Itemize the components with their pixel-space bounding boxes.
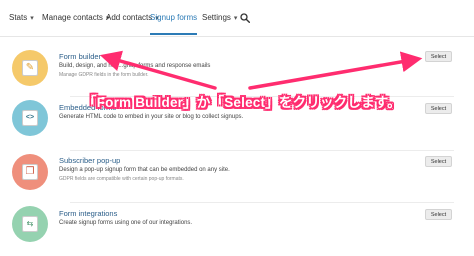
- popup-icon: ❐: [22, 164, 38, 180]
- form-option-form-builder: ✎ Form builder Build, design, and h... .…: [0, 44, 474, 96]
- nav-stats[interactable]: Stats ▾: [9, 13, 34, 22]
- embedded-forms-icon-badge: <>: [12, 100, 48, 136]
- form-integrations-title[interactable]: Form integrations: [59, 209, 117, 218]
- divider: [70, 150, 454, 151]
- form-builder-select-button[interactable]: Select: [425, 51, 452, 62]
- form-builder-note: Manage GDPR fields in the form builder.: [59, 72, 149, 78]
- subscriber-popup-select-button[interactable]: Select: [425, 156, 452, 167]
- form-builder-icon-badge: ✎: [12, 50, 48, 86]
- subscriber-popup-note: GDPR fields are compatible with certain …: [59, 176, 184, 182]
- divider: [70, 202, 454, 203]
- active-tab-indicator: [150, 33, 197, 35]
- top-navigation: Stats ▾ Manage contacts ▾ Add contacts ▾ Si…: [0, 0, 474, 37]
- form-builder-description: Build, design, and h... ...gnup forms an…: [59, 63, 211, 69]
- nav-stats-label: Stats: [9, 13, 28, 22]
- embedded-forms-select-button[interactable]: Select: [425, 103, 452, 114]
- form-builder-title[interactable]: Form builder: [59, 52, 101, 61]
- nav-signup-forms[interactable]: Signup forms: [150, 13, 197, 22]
- nav-settings[interactable]: Settings ▾: [202, 13, 237, 22]
- nav-signup-forms-label: Signup forms: [150, 13, 198, 22]
- pencil-icon: ✎: [22, 60, 38, 76]
- form-integrations-description: Create signup forms using one of our int…: [59, 220, 193, 226]
- nav-add-contacts-label: Add contacts: [106, 13, 153, 22]
- integration-icon: ⇆: [22, 216, 38, 232]
- chevron-down-icon: ▾: [233, 15, 238, 22]
- code-icon: <>: [22, 110, 38, 126]
- form-option-form-integrations: ⇆ Form integrations Create signup forms …: [0, 204, 474, 256]
- form-integrations-icon-badge: ⇆: [12, 206, 48, 242]
- annotation-callout: 「Form Builder」か「Select」をクリックします。: [83, 95, 401, 110]
- nav-manage-contacts-label: Manage contacts: [42, 13, 103, 22]
- subscriber-popup-description: Design a pop-up signup form that can be …: [59, 167, 230, 173]
- nav-settings-label: Settings: [202, 13, 231, 22]
- form-option-subscriber-popup: ❐ Subscriber pop-up Design a pop-up sign…: [0, 152, 474, 204]
- embedded-forms-description: Generate HTML code to embed in your site…: [59, 114, 244, 120]
- subscriber-popup-title[interactable]: Subscriber pop-up: [59, 156, 120, 165]
- nav-manage-contacts[interactable]: Manage contacts ▾: [42, 13, 109, 22]
- search-icon[interactable]: [240, 13, 250, 23]
- form-integrations-select-button[interactable]: Select: [425, 209, 452, 220]
- chevron-down-icon: ▾: [30, 15, 34, 22]
- subscriber-popup-icon-badge: ❐: [12, 154, 48, 190]
